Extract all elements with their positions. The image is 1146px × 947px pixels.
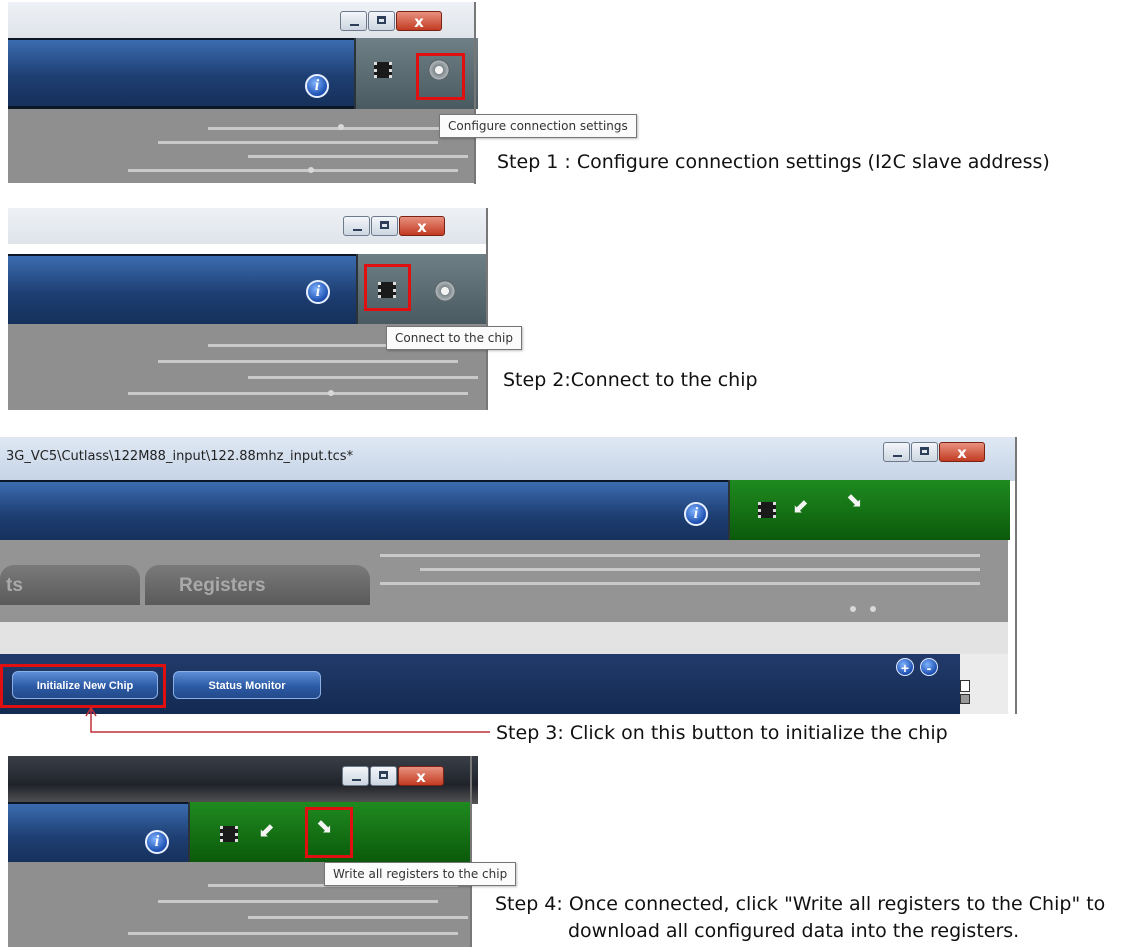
- tooltip: Configure connection settings: [439, 114, 637, 138]
- step1-caption: Step 1 : Configure connection settings (…: [497, 151, 1050, 173]
- app-header: [8, 254, 356, 327]
- app-header: [0, 480, 728, 545]
- circuit-board-graphic: [8, 109, 476, 183]
- minimize-icon[interactable]: [343, 216, 370, 236]
- window-controls: [340, 11, 443, 33]
- maximize-icon[interactable]: [371, 216, 398, 236]
- tool-dock: ⬋ ⬊: [728, 480, 1010, 540]
- scrollbar-area: [960, 654, 1008, 714]
- minimize-icon[interactable]: [342, 766, 369, 786]
- info-icon[interactable]: i: [684, 502, 708, 526]
- app-header: [8, 38, 354, 109]
- tab-ts[interactable]: ts: [0, 565, 140, 605]
- window-controls: [343, 216, 446, 238]
- close-icon[interactable]: [396, 11, 442, 31]
- close-icon[interactable]: [398, 766, 444, 786]
- chip-icon[interactable]: [374, 62, 392, 78]
- step3-caption: Step 3: Click on this button to initiali…: [496, 722, 948, 744]
- step2-caption: Step 2:Connect to the chip: [503, 369, 758, 391]
- read-arrow-icon[interactable]: ⬋: [258, 820, 275, 840]
- maximize-icon[interactable]: [368, 11, 395, 31]
- maximize-icon[interactable]: [370, 766, 397, 786]
- window-controls: [883, 442, 986, 464]
- highlight-box-initialize: [0, 664, 166, 708]
- zoom-out-icon[interactable]: -: [920, 658, 938, 676]
- minimize-icon[interactable]: [340, 11, 367, 31]
- tab-registers[interactable]: Registers: [145, 565, 370, 605]
- step4-caption-line2: download all configured data into the re…: [568, 920, 1020, 942]
- read-arrow-icon[interactable]: ⬋: [792, 496, 809, 516]
- window-controls: [342, 766, 445, 788]
- scroll-thumb[interactable]: [960, 694, 970, 704]
- highlight-box-gear: [416, 53, 465, 100]
- close-icon[interactable]: [399, 216, 445, 236]
- minimize-icon[interactable]: [883, 442, 910, 462]
- chip-icon[interactable]: [758, 502, 776, 518]
- gear-icon[interactable]: [434, 280, 456, 302]
- title-bar: 3G_VC5\Cutlass\122M88_input\122.88mhz_in…: [0, 437, 1017, 481]
- step4-caption-line1: Step 4: Once connected, click "Write all…: [495, 893, 1106, 915]
- window-title: 3G_VC5\Cutlass\122M88_input\122.88mhz_in…: [6, 449, 354, 464]
- zoom-in-icon[interactable]: +: [896, 658, 914, 676]
- scroll-up-icon[interactable]: [960, 680, 970, 692]
- tooltip: Write all registers to the chip: [324, 862, 517, 886]
- pointer-arrow: [85, 706, 490, 733]
- write-arrow-icon[interactable]: ⬊: [846, 490, 863, 510]
- chip-icon[interactable]: [220, 826, 238, 842]
- close-icon[interactable]: [939, 442, 985, 462]
- panel-spacer: [0, 622, 1008, 654]
- status-monitor-button[interactable]: Status Monitor: [173, 671, 321, 699]
- highlight-box-chip: [364, 264, 411, 311]
- info-icon[interactable]: i: [306, 280, 330, 304]
- info-icon[interactable]: i: [305, 74, 329, 98]
- tooltip: Connect to the chip: [386, 326, 522, 350]
- maximize-icon[interactable]: [911, 442, 938, 462]
- info-icon[interactable]: i: [145, 830, 169, 854]
- highlight-box-write: [305, 807, 353, 858]
